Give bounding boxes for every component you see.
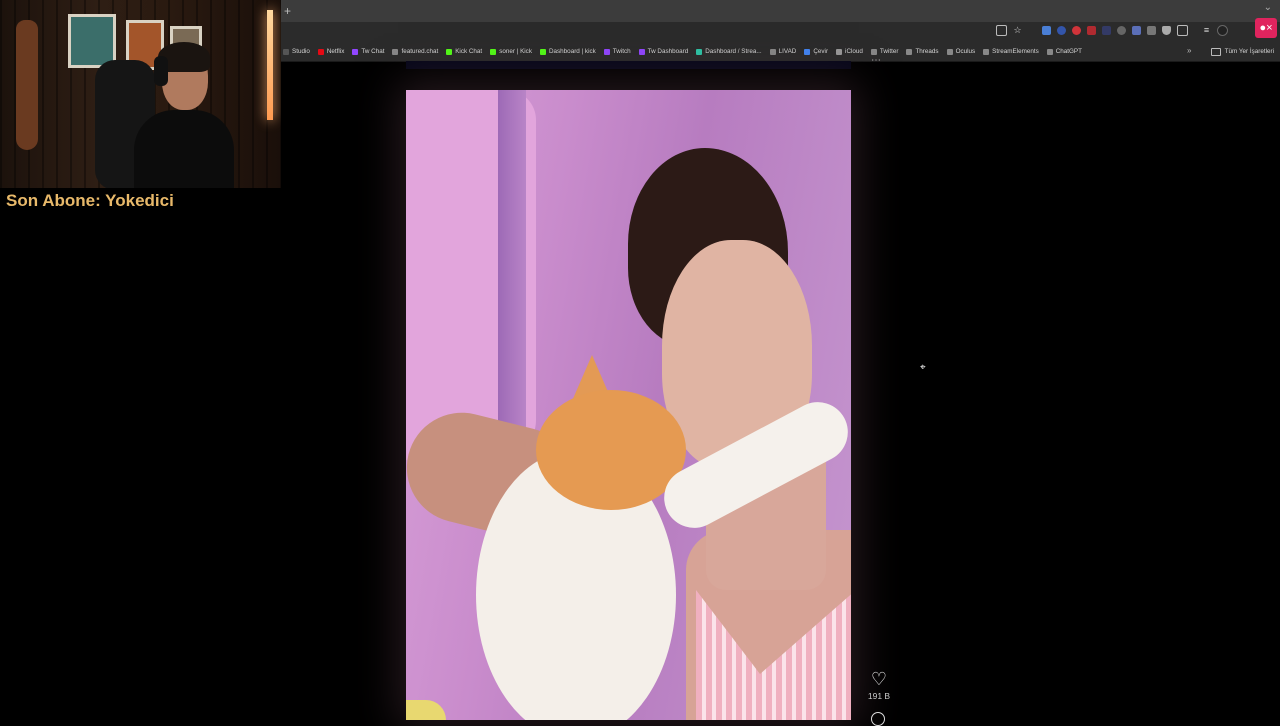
like-count: 191 B [867,691,891,701]
bookmark-label: ChatGPT [1055,48,1082,55]
bookmark-item[interactable]: Studio [283,48,310,55]
bookmark-item[interactable]: iCloud [836,48,863,55]
bookmark-favicon-icon [539,48,546,55]
previous-video-edge [406,61,851,69]
browser-tab-strip: + ⌄ [281,0,1280,22]
like-button[interactable]: ♡ 191 B [866,670,892,701]
bookmark-label: Dashboard | kick [548,48,596,55]
extension-icon-7[interactable] [1132,26,1141,35]
extension-icon-4[interactable] [1087,26,1096,35]
bookmark-item[interactable]: Kick Chat [446,48,482,55]
address-bar-row: ☆ ≡ ●× [281,18,1280,42]
bookmark-label: Kick Chat [455,48,483,55]
video-yellow-object [406,700,446,720]
bookmark-favicon-icon [696,48,703,55]
bookmark-favicon-icon [836,48,843,55]
bookmark-item[interactable]: Tw Dashboard [638,48,689,55]
bookmark-item[interactable]: soner | Kick [490,48,532,55]
extension-icon-1[interactable] [1042,26,1051,35]
bookmark-label: Dashboard / Strea... [705,48,762,55]
bookmark-item[interactable]: Twitter [870,48,899,55]
bookmark-favicon-icon [603,48,610,55]
profile-avatar-icon[interactable] [1217,25,1228,36]
new-tab-button[interactable]: + [284,4,291,18]
bookmark-item[interactable]: StreamElements [983,48,1039,55]
streamer-body [134,110,234,188]
bookmark-label: LIVAD [778,48,797,55]
bookmark-item[interactable]: Çevir [804,48,828,55]
bookmark-label: Studio [292,48,310,55]
bookmark-label: Tw Chat [361,48,385,55]
bookmark-favicon-icon [317,48,324,55]
bookmark-item[interactable]: Tw Chat [352,48,384,55]
bookmark-item[interactable]: Dashboard | kick [539,48,596,55]
heart-icon: ♡ [870,669,888,689]
headphones-icon [154,56,168,86]
bookmark-item[interactable]: Netflix [317,48,345,55]
guitar [16,20,38,150]
microphone-icon[interactable]: ●× [1255,18,1277,38]
bookmark-favicon-icon [638,48,645,55]
all-bookmarks-folder[interactable]: Tüm Yer İşaretleri [1210,42,1274,61]
extension-toolbar: ☆ ≡ [996,25,1228,36]
chevron-down-icon[interactable]: ⌄ [1264,2,1272,13]
bookmark-star-icon[interactable]: ☆ [1013,26,1022,35]
bookmark-favicon-icon [446,48,453,55]
bookmark-label: soner | Kick [499,48,532,55]
extension-icon-8[interactable] [1147,26,1156,35]
video-player[interactable] [406,90,851,720]
streamer [120,40,240,188]
bookmark-label: Oculus [955,48,976,55]
bookmark-favicon-icon [983,48,990,55]
more-options-icon[interactable]: ⋯ [871,55,881,66]
bookmark-label: Threads [915,48,939,55]
bookmark-label: StreamElements [992,48,1039,55]
bookmarks-bar: Studio Netflix Tw Chat featured.chat Kick Ch… [281,42,1280,62]
bookmark-item[interactable]: Twitch [603,48,631,55]
bookmarks-list: Studio Netflix Tw Chat featured.chat Kick Ch… [283,42,1082,61]
extension-icon-2[interactable] [1057,26,1066,35]
extension-icon-3[interactable] [1072,26,1081,35]
address-bar[interactable] [281,24,993,40]
extension-icon-6[interactable] [1117,26,1126,35]
bookmark-label: Çevir [813,48,829,55]
bookmark-item[interactable]: Threads [906,48,939,55]
last-subscriber-label: Son Abone: Yokedici [6,191,174,210]
bookmark-favicon-icon [283,48,289,55]
mouse-cursor-icon: ⌖ [920,362,926,373]
bookmark-label: Twitch [612,48,631,55]
light-strip [267,10,273,120]
bookmark-favicon-icon [870,48,877,55]
reading-list-icon[interactable]: ≡ [1202,26,1211,35]
bookmark-item[interactable]: Oculus [946,48,976,55]
comment-icon[interactable] [871,712,885,726]
puzzle-icon[interactable] [1177,25,1188,36]
bookmark-favicon-icon [946,48,953,55]
bookmark-favicon-icon [1046,48,1053,55]
bookmark-item[interactable]: ChatGPT [1046,48,1082,55]
extension-icon-5[interactable] [1102,26,1111,35]
bookmark-favicon-icon [906,48,913,55]
bookmark-favicon-icon [769,48,776,55]
bookmark-label: Twitter [879,48,899,55]
bookmark-label: featured.chat [401,48,439,55]
bookmark-label: Netflix [326,48,345,55]
bookmark-label: Tw Dashboard [647,48,689,55]
shield-icon[interactable] [1162,26,1171,35]
all-bookmarks-label: Tüm Yer İşaretleri [1224,48,1274,55]
webcam-overlay [0,0,281,188]
install-app-icon[interactable] [996,25,1007,36]
bookmark-item[interactable]: featured.chat [392,48,438,55]
bookmark-favicon-icon [490,48,497,55]
bookmark-item[interactable]: LIVAD [769,48,797,55]
bookmark-favicon-icon [352,48,359,55]
bookmark-label: iCloud [845,48,863,55]
more-bookmarks-button[interactable]: » [1187,46,1191,55]
folder-icon [1210,47,1221,56]
bookmark-favicon-icon [392,48,399,55]
bookmark-item[interactable]: Dashboard / Strea... [696,48,762,55]
bookmark-favicon-icon [804,48,811,55]
